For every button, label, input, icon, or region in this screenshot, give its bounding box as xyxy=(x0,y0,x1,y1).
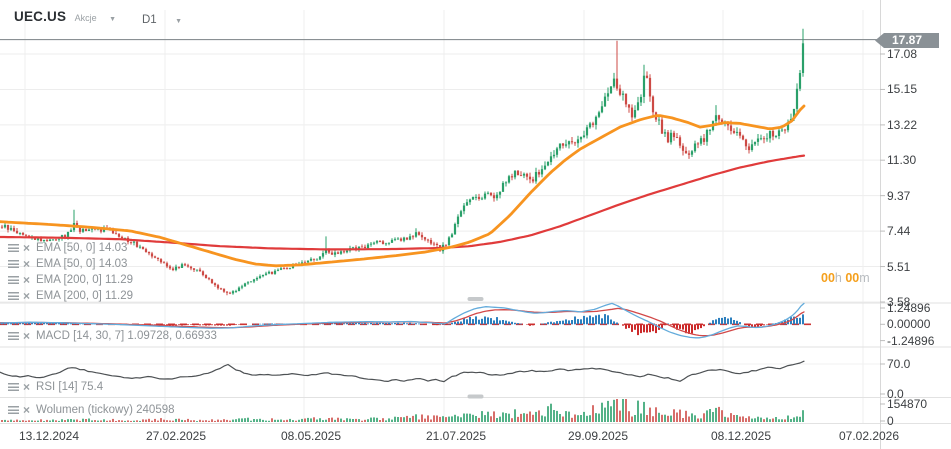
timeframe-selector[interactable]: D1 ▼ xyxy=(142,10,182,28)
date-axis-label: 13.12.2024 xyxy=(18,429,80,443)
price-axis-label: 9.37 xyxy=(887,188,911,203)
countdown-minutes-unit: m xyxy=(859,271,870,285)
indicator-remove-icon[interactable]: × xyxy=(23,274,30,286)
indicator-settings-icon[interactable] xyxy=(8,406,19,414)
countdown-minutes: 00 xyxy=(845,271,860,285)
macd-axis-label: 0.00000 xyxy=(887,317,931,332)
symbol-name[interactable]: UEC.US xyxy=(14,9,66,24)
volume-axis-label: 154870 xyxy=(887,397,928,411)
symbol-dropdown-caret-icon[interactable]: ▼ xyxy=(109,16,116,23)
indicator-remove-icon[interactable]: × xyxy=(23,290,30,302)
indicator-remove-icon[interactable]: × xyxy=(23,258,30,270)
ema-indicator-row: × EMA [50, 0] 14.03 xyxy=(8,241,127,255)
ema-indicator-row: × EMA [50, 0] 14.03 xyxy=(8,257,127,271)
macd-indicator-label[interactable]: MACD [14, 30, 7] 1.09728, 0.66933 xyxy=(34,330,217,342)
volume-indicator-row: × Wolumen (tickowy) 240598 xyxy=(8,403,175,417)
indicator-settings-icon[interactable] xyxy=(8,292,19,300)
date-axis-label: 07.02.2026 xyxy=(838,429,900,443)
indicator-remove-icon[interactable]: × xyxy=(23,330,30,342)
countdown-hours-unit: h xyxy=(834,271,842,285)
indicator-remove-icon[interactable]: × xyxy=(23,381,30,393)
indicator-settings-icon[interactable] xyxy=(8,332,19,340)
price-axis-label: 7.44 xyxy=(887,224,911,239)
indicator-remove-icon[interactable]: × xyxy=(23,404,30,416)
indicator-settings-icon[interactable] xyxy=(8,244,19,252)
price-axis-label: 11.30 xyxy=(887,153,917,168)
indicator-settings-icon[interactable] xyxy=(8,276,19,284)
price-axis-label: 15.15 xyxy=(887,82,918,97)
macd-axis-label: -1.24896 xyxy=(887,333,935,348)
volume-indicator-label[interactable]: Wolumen (tickowy) 240598 xyxy=(34,404,175,416)
date-axis-label: 08.12.2025 xyxy=(710,429,772,443)
ema-indicator-row: × EMA [200, 0] 11.29 xyxy=(8,289,133,303)
market-type-label: Akcje xyxy=(74,13,97,23)
indicator-settings-icon[interactable] xyxy=(8,383,19,391)
price-axis-label: 5.51 xyxy=(887,259,911,274)
price-axis-label: 13.22 xyxy=(887,117,918,132)
last-price-badge: 17.87 xyxy=(875,33,939,48)
session-countdown: 00h 00m xyxy=(821,271,870,285)
volume-axis-label: 0 xyxy=(887,414,894,428)
rsi-indicator-row: × RSI [14] 75.4 xyxy=(8,380,103,394)
date-axis-label: 29.09.2025 xyxy=(567,429,629,443)
date-axis-label: 21.07.2025 xyxy=(425,429,487,443)
chart-canvas[interactable] xyxy=(0,0,951,449)
timeframe-dropdown-caret-icon[interactable]: ▼ xyxy=(175,18,182,25)
rsi-axis-label: 70.0 xyxy=(887,357,911,371)
timeframe-value[interactable]: D1 xyxy=(142,14,157,26)
ema-indicator-label[interactable]: EMA [200, 0] 11.29 xyxy=(34,290,133,302)
macd-indicator-row: × MACD [14, 30, 7] 1.09728, 0.66933 xyxy=(8,329,217,343)
date-axis-label: 08.05.2025 xyxy=(280,429,342,443)
indicator-settings-icon[interactable] xyxy=(8,260,19,268)
ema-indicator-label[interactable]: EMA [50, 0] 14.03 xyxy=(34,242,127,254)
ema-indicator-label[interactable]: EMA [50, 0] 14.03 xyxy=(34,258,127,270)
ema-indicator-label[interactable]: EMA [200, 0] 11.29 xyxy=(34,274,133,286)
macd-axis-label: 1.24896 xyxy=(887,301,931,315)
indicator-remove-icon[interactable]: × xyxy=(23,242,30,254)
header: UEC.US Akcje ▼ xyxy=(14,8,116,26)
date-axis-label: 27.02.2025 xyxy=(145,429,207,443)
rsi-indicator-label[interactable]: RSI [14] 75.4 xyxy=(34,381,103,393)
price-axis-label: 17.08 xyxy=(887,47,918,61)
countdown-hours: 00 xyxy=(821,271,835,285)
trading-chart-window: UEC.US Akcje ▼ D1 ▼ × EMA [50, 0] 14.03 × E… xyxy=(0,0,951,449)
ema-indicator-row: × EMA [200, 0] 11.29 xyxy=(8,273,133,287)
